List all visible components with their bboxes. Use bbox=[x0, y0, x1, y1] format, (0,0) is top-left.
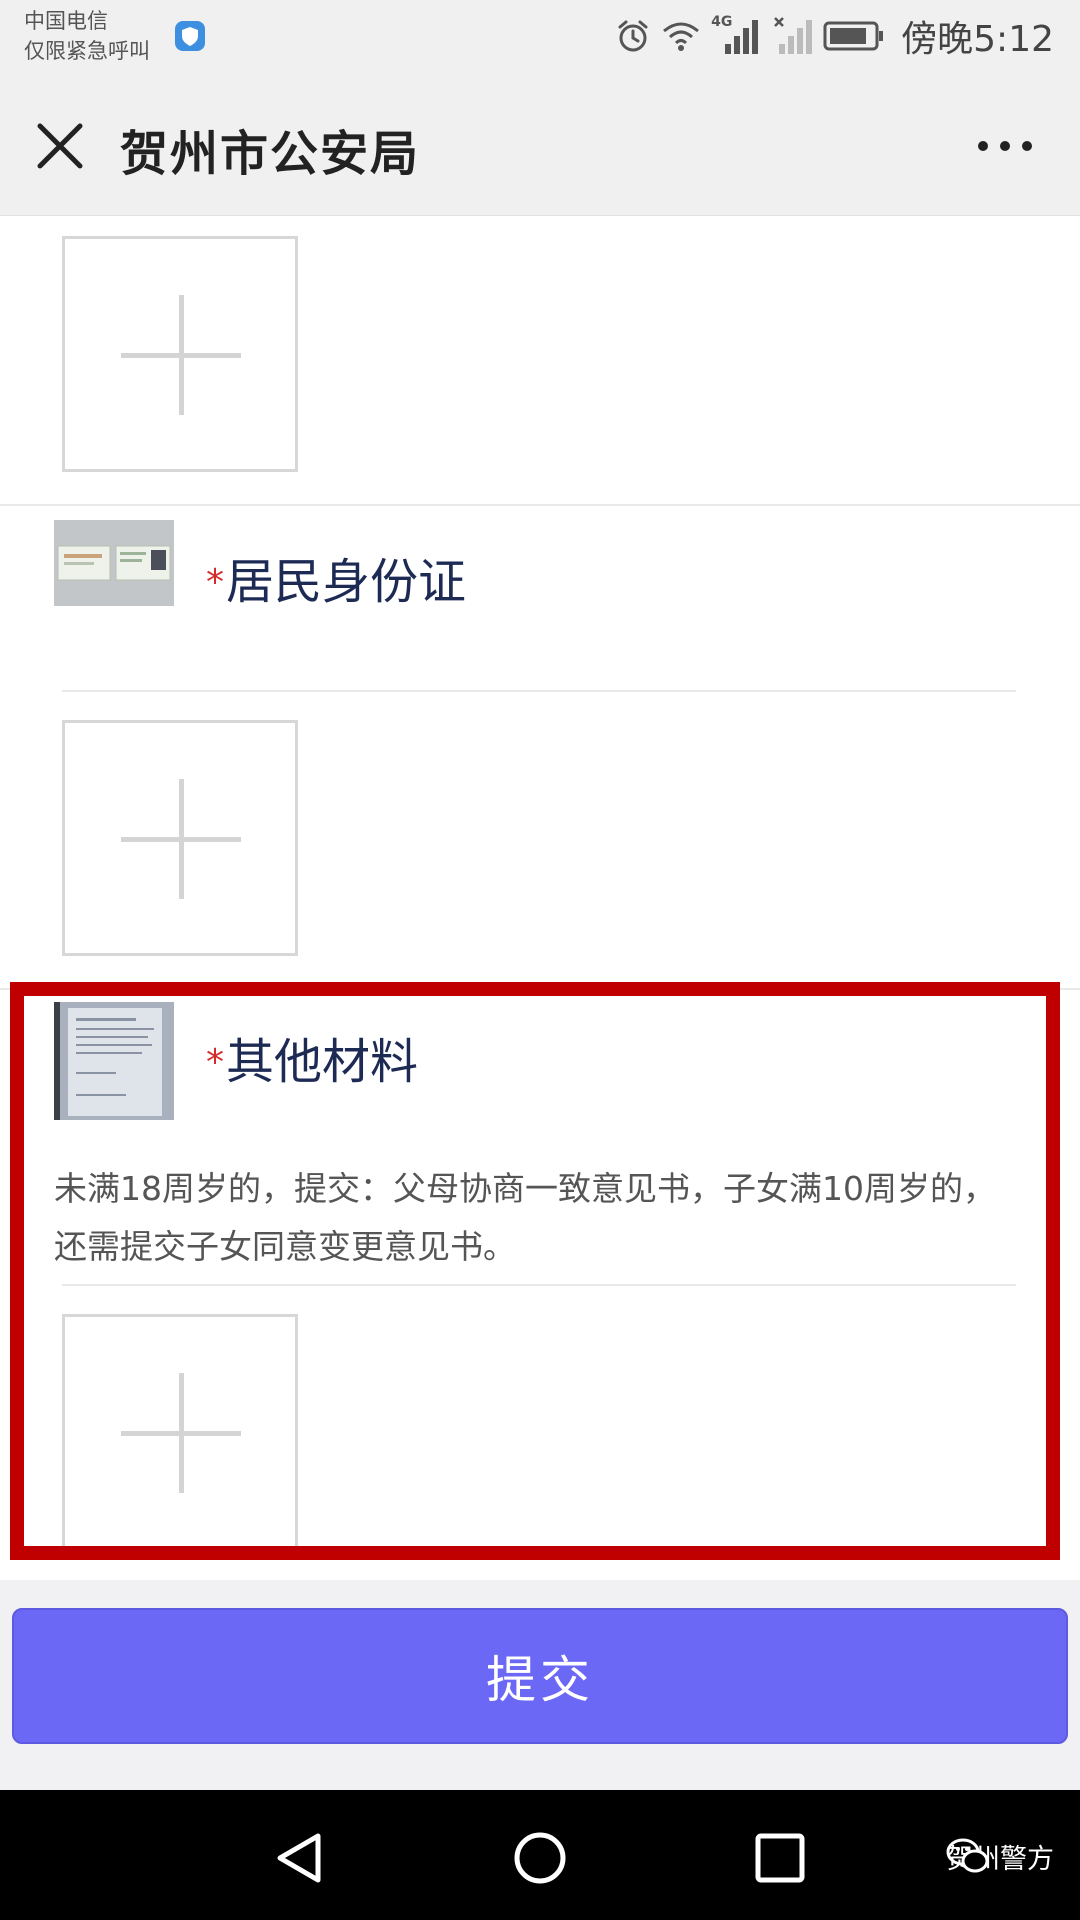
watermark: 贺州警方 bbox=[946, 1834, 1054, 1878]
section-divider bbox=[62, 690, 1016, 692]
section-hint-text: 未满18周岁的，提交：父母协商一致意见书，子女满10周岁的，还需提交子女同意变更… bbox=[54, 1169, 996, 1266]
recent-apps-icon[interactable] bbox=[752, 1830, 808, 1886]
status-icons: 4G 傍晚5:12 bbox=[615, 14, 1054, 60]
system-nav-bar: 贺州警方 bbox=[0, 1790, 1080, 1920]
wechat-icon bbox=[946, 1838, 989, 1873]
alarm-icon bbox=[618, 20, 648, 52]
upload-image-button[interactable] bbox=[62, 1314, 298, 1550]
clock-time: 傍晚5:12 bbox=[901, 19, 1054, 60]
upload-image-button[interactable] bbox=[62, 720, 298, 956]
document-thumbnail bbox=[54, 1002, 174, 1120]
back-icon[interactable] bbox=[270, 1830, 330, 1886]
submit-area: 提交 bbox=[0, 1580, 1080, 1790]
section-divider bbox=[62, 1284, 1016, 1286]
section-divider bbox=[0, 504, 1080, 506]
signal-4g-icon: 4G bbox=[711, 14, 763, 56]
submit-button[interactable]: 提交 bbox=[12, 1608, 1068, 1744]
required-mark: * bbox=[206, 562, 224, 603]
section-title-other-materials: *其他材料 bbox=[206, 1022, 418, 1092]
shield-icon bbox=[175, 21, 205, 51]
close-icon[interactable] bbox=[30, 116, 90, 176]
required-mark: * bbox=[206, 1042, 224, 1083]
status-bar: 中国电信 仅限紧急呼叫 4G 傍晚5:12 bbox=[0, 0, 1080, 80]
form-content: *居民身份证 *其他材料 未满18周岁的，提交：父母协商一致意见书，子女满10周… bbox=[0, 216, 1080, 1580]
section-title-text: 其他材料 bbox=[226, 1034, 419, 1090]
page-title: 贺州市公安局 bbox=[120, 126, 421, 182]
emergency-only-text: 仅限紧急呼叫 bbox=[24, 39, 150, 63]
upload-image-button[interactable] bbox=[62, 236, 298, 472]
section-title-id-card: *居民身份证 bbox=[206, 542, 466, 612]
carrier-info: 中国电信 仅限紧急呼叫 bbox=[24, 6, 150, 66]
more-options-icon[interactable] bbox=[970, 126, 1040, 166]
battery-icon bbox=[823, 21, 884, 51]
section-title-text: 居民身份证 bbox=[226, 554, 467, 610]
carrier-name: 中国电信 bbox=[24, 9, 108, 33]
app-header: 贺州市公安局 bbox=[0, 80, 1080, 216]
home-icon[interactable] bbox=[510, 1828, 570, 1888]
wifi-icon bbox=[663, 22, 700, 51]
id-card-thumbnail bbox=[54, 520, 174, 606]
no-signal-icon bbox=[774, 17, 813, 54]
section-divider bbox=[0, 988, 1080, 990]
